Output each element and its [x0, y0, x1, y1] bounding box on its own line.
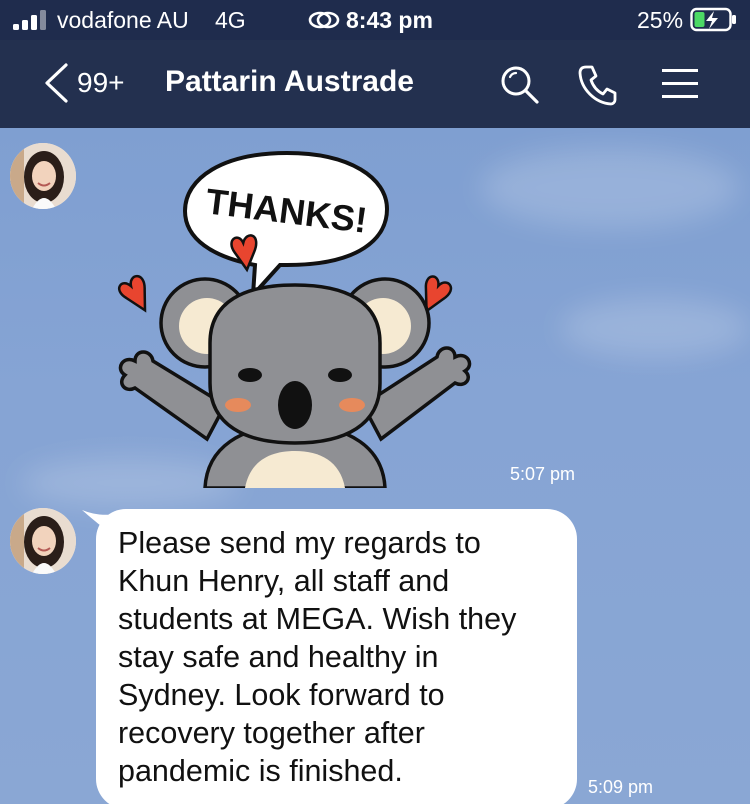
avatar[interactable] — [10, 143, 76, 209]
phone-icon[interactable] — [578, 64, 618, 106]
signal-bars-icon — [13, 10, 46, 30]
link-icon — [308, 11, 340, 29]
battery-percent-label: 25% — [637, 7, 684, 33]
avatar[interactable] — [10, 508, 76, 574]
message-text: Please send my regards to Khun Henry, al… — [118, 526, 517, 788]
message-timestamp: 5:09 pm — [588, 777, 654, 797]
unread-count-badge[interactable]: 99+ — [77, 67, 125, 99]
status-bar: vodafone AU 4G 8:43 pm 25% — [0, 0, 750, 40]
carrier-label: vodafone AU — [57, 7, 189, 33]
heart-icon — [117, 274, 147, 313]
search-icon[interactable] — [499, 64, 541, 106]
avatar-photo — [10, 143, 76, 209]
clock-label: 8:43 pm — [346, 7, 433, 33]
chat-header: 99+ Pattarin Austrade — [0, 40, 750, 128]
back-chevron-icon[interactable] — [42, 62, 70, 104]
battery-charging-icon — [690, 7, 736, 32]
menu-icon[interactable] — [662, 67, 698, 101]
koala-thanks-sticker[interactable]: THANKS! — [95, 143, 495, 488]
message-timestamp: 5:07 pm — [510, 464, 576, 484]
chat-title: Pattarin Austrade — [165, 65, 414, 98]
chat-message-area[interactable]: THANKS! 5:07 pm Please send my regards t… — [0, 128, 750, 804]
avatar-photo — [10, 508, 76, 574]
network-label: 4G — [215, 7, 246, 33]
message-bubble[interactable]: Please send my regards to Khun Henry, al… — [96, 509, 577, 804]
